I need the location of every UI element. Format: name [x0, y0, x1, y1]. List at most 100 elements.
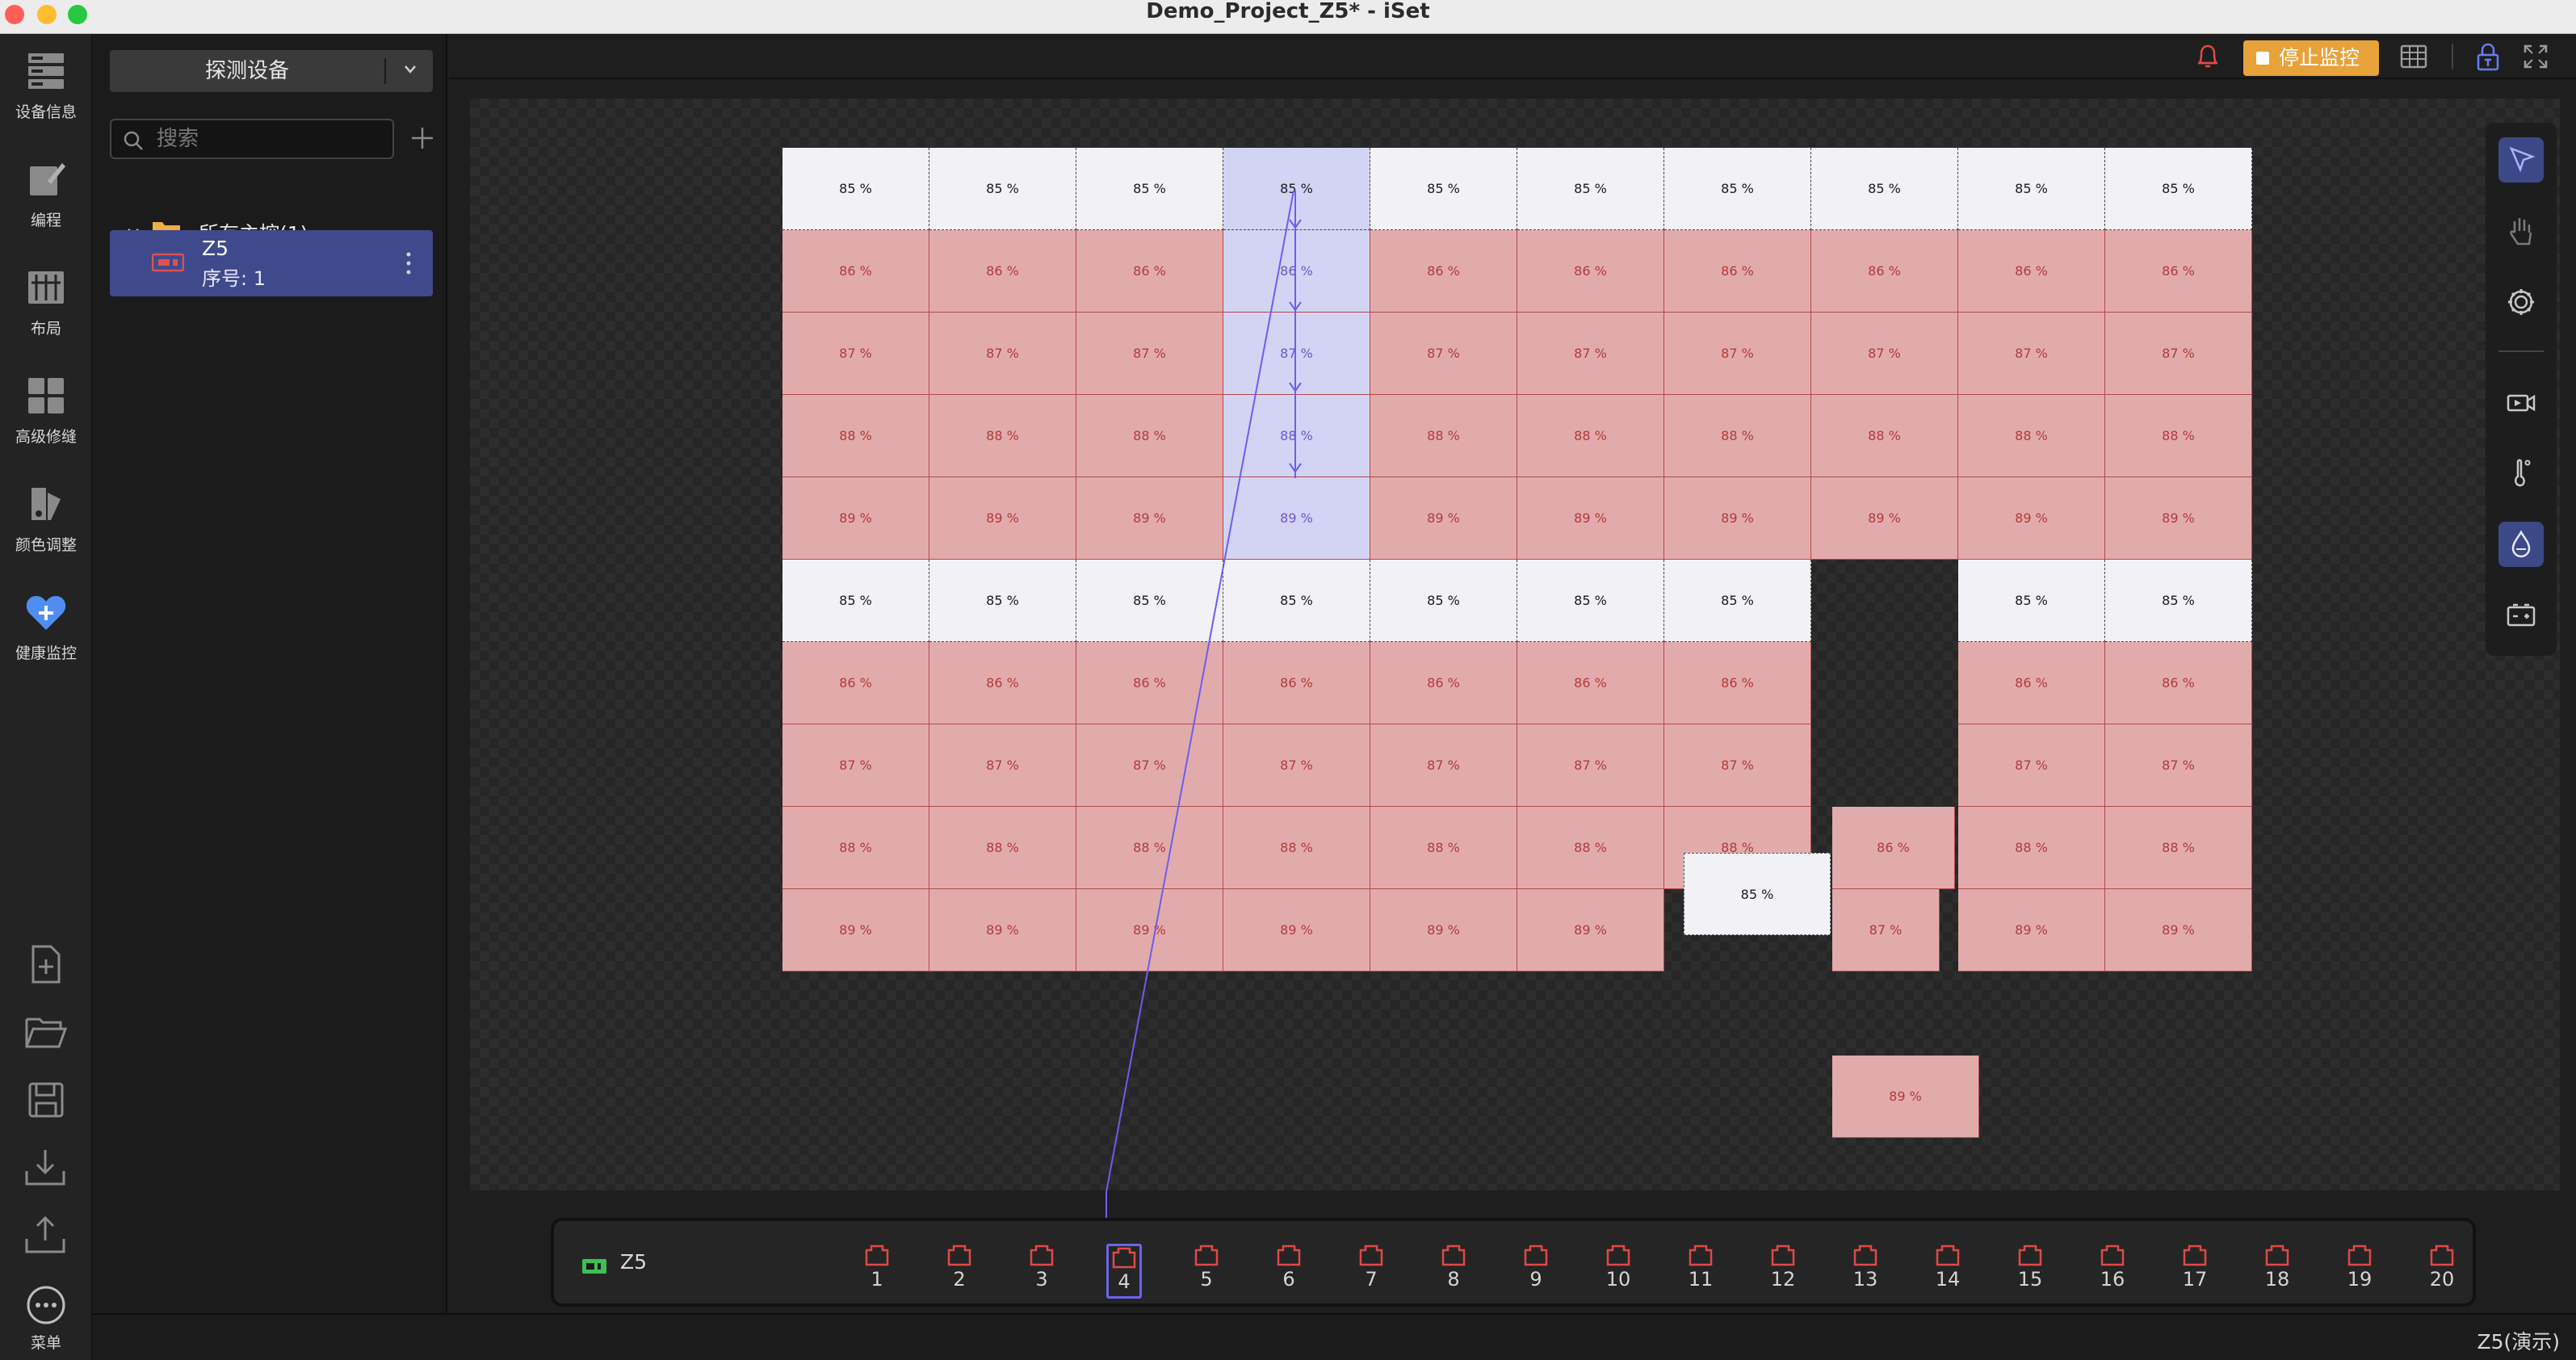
receiver-card-cell[interactable]: 89 %	[2105, 889, 2252, 972]
receiver-card-cell[interactable]: 87 %	[1811, 313, 1958, 395]
save-icon[interactable]	[25, 1079, 67, 1121]
battery-tool[interactable]	[2498, 593, 2544, 638]
receiver-card-cell[interactable]: 88 %	[782, 807, 929, 889]
receiver-card-cell[interactable]: 87 %	[1517, 724, 1664, 807]
receiver-card-cell[interactable]: 89 %	[1223, 889, 1370, 972]
receiver-card-cell[interactable]: 87 %	[782, 313, 929, 395]
receiver-card-cell[interactable]: 86 %	[782, 642, 929, 724]
receiver-card-cell[interactable]: 86 %	[1076, 230, 1223, 313]
nav-health-monitor[interactable]: 健康监控	[0, 590, 92, 663]
receiver-card-cell[interactable]: 89 %	[1076, 889, 1223, 972]
port-3[interactable]: 3	[1024, 1244, 1059, 1299]
receiver-card-cell[interactable]: 88 %	[1076, 395, 1223, 477]
receiver-card-cell[interactable]: 86 %	[1223, 230, 1370, 313]
receiver-card-cell[interactable]: 88 %	[929, 807, 1076, 889]
port-8[interactable]: 8	[1436, 1244, 1471, 1299]
receiver-card-cell[interactable]: 88 %	[1223, 807, 1370, 889]
receiver-card-cell[interactable]: 87 %	[2105, 724, 2252, 807]
fullscreen-icon[interactable]	[2523, 44, 2549, 69]
receiver-card-cell[interactable]: 85 %	[929, 560, 1076, 642]
receiver-card-cell[interactable]: 89 %	[1517, 889, 1664, 972]
receiver-card-cell[interactable]: 86 %	[1811, 230, 1958, 313]
receiver-card-cell[interactable]: 86 %	[1223, 642, 1370, 724]
receiver-card-cell[interactable]: 87 %	[1664, 313, 1811, 395]
port-12[interactable]: 12	[1765, 1244, 1801, 1299]
settings-tool[interactable]	[2498, 279, 2544, 325]
receiver-card-cell[interactable]: 87 %	[1370, 313, 1517, 395]
port-17[interactable]: 17	[2177, 1244, 2213, 1299]
port-15[interactable]: 15	[2012, 1244, 2048, 1299]
receiver-card-cell[interactable]: 88 %	[1517, 807, 1664, 889]
receiver-card-cell[interactable]: 88 %	[1958, 395, 2105, 477]
receiver-card-cell[interactable]: 87 %	[782, 724, 929, 807]
receiver-card-cell[interactable]: 88 %	[2105, 807, 2252, 889]
receiver-card-cell[interactable]: 85 %	[1517, 148, 1664, 230]
receiver-card-cell[interactable]: 85 %	[1958, 560, 2105, 642]
bell-icon[interactable]	[2193, 42, 2222, 71]
port-16[interactable]: 16	[2095, 1244, 2130, 1299]
temperature-tool[interactable]	[2498, 451, 2544, 496]
receiver-card-cell[interactable]: 87 %	[1958, 313, 2105, 395]
humidity-tool[interactable]	[2498, 522, 2544, 567]
receiver-card-cell[interactable]: 86 %	[929, 642, 1076, 724]
receiver-card-cell[interactable]: 87 %	[1958, 724, 2105, 807]
add-icon[interactable]	[409, 124, 436, 152]
receiver-card-cell[interactable]: 85 %	[1958, 148, 2105, 230]
receiver-card-cell[interactable]: 85 %	[1811, 148, 1958, 230]
nav-device-info[interactable]: 设备信息	[0, 48, 92, 122]
receiver-card-cell[interactable]: 88 %	[2105, 395, 2252, 477]
receiver-card-cell[interactable]: 85 %	[1223, 560, 1370, 642]
receiver-card-cell[interactable]: 86 %	[2105, 230, 2252, 313]
receiver-card-cell[interactable]: 86 %	[2105, 642, 2252, 724]
receiver-card-cell[interactable]: 87 %	[929, 313, 1076, 395]
receiver-card-cell[interactable]: 87 %	[1223, 724, 1370, 807]
receiver-card-cell[interactable]: 89 %	[1370, 889, 1517, 972]
receiver-card-cell[interactable]: 85 %	[1517, 560, 1664, 642]
receiver-card-cell[interactable]: 88 %	[1958, 807, 2105, 889]
receiver-card-cell[interactable]: 89 %	[1223, 477, 1370, 560]
receiver-card-cell[interactable]: 86 %	[1517, 642, 1664, 724]
receiver-card-cell[interactable]: 88 %	[1370, 395, 1517, 477]
receiver-card-cell[interactable]: 87 %	[929, 724, 1076, 807]
receiver-card-cell[interactable]: 87 %	[1370, 724, 1517, 807]
receiver-card-cell[interactable]: 86 %	[1664, 230, 1811, 313]
receiver-card-cell[interactable]: 89 %	[1517, 477, 1664, 560]
receiver-card-cell[interactable]: 89 %	[1076, 477, 1223, 560]
receiver-card-cell[interactable]: 85 %	[1370, 148, 1517, 230]
receiver-card-cell[interactable]: 85 %	[1370, 560, 1517, 642]
receiver-card-cell[interactable]: 87 %	[1076, 724, 1223, 807]
receiver-card-cell[interactable]: 87 %	[2105, 313, 2252, 395]
port-18[interactable]: 18	[2259, 1244, 2295, 1299]
device-item-z5[interactable]: Z5 序号: 1	[110, 230, 433, 296]
layout-canvas[interactable]: 85 % 85 % 85 % 85 % 85 % 85 % 85 % 85 % 85 % 85 %…	[470, 99, 2560, 1190]
receiver-card-cell[interactable]: 89 %	[2105, 477, 2252, 560]
pointer-tool[interactable]	[2498, 137, 2544, 183]
receiver-card-cell[interactable]: 87 %	[1076, 313, 1223, 395]
receiver-card-cell[interactable]: 87 %	[1223, 313, 1370, 395]
receiver-card-cell[interactable]: 89 %	[1370, 477, 1517, 560]
new-file-icon[interactable]	[25, 943, 67, 985]
port-20[interactable]: 20	[2424, 1244, 2460, 1299]
receiver-card-cell[interactable]: 88 %	[1370, 807, 1517, 889]
menu-button[interactable]: 菜单	[0, 1284, 92, 1353]
receiver-card-cell[interactable]: 87 %	[1664, 724, 1811, 807]
nav-programming[interactable]: 编程	[0, 157, 92, 230]
receiver-card-cell[interactable]: 85 %	[1223, 148, 1370, 230]
receiver-card-cell[interactable]: 89 %	[782, 477, 929, 560]
receiver-card-cell[interactable]: 88 %	[1076, 807, 1223, 889]
port-19[interactable]: 19	[2342, 1244, 2377, 1299]
port-13[interactable]: 13	[1848, 1244, 1883, 1299]
receiver-card-cell[interactable]: 89 %	[1811, 477, 1958, 560]
nav-advanced-seam[interactable]: 高级修缝	[0, 373, 92, 447]
search-input[interactable]	[157, 120, 383, 157]
port-7[interactable]: 7	[1353, 1244, 1389, 1299]
receiver-card-cell[interactable]: 87 %	[1832, 889, 1940, 972]
port-6[interactable]: 6	[1271, 1244, 1307, 1299]
receiver-card-cell[interactable]: 86 %	[782, 230, 929, 313]
search-box[interactable]	[110, 119, 394, 159]
nav-color-adjust[interactable]: 颜色调整	[0, 481, 92, 555]
receiver-card-cell[interactable]: 88 %	[1223, 395, 1370, 477]
receiver-card-cell[interactable]: 85 %	[1076, 148, 1223, 230]
receiver-card-cell[interactable]: 89 %	[929, 477, 1076, 560]
probe-device-button[interactable]: 探测设备	[110, 50, 433, 92]
